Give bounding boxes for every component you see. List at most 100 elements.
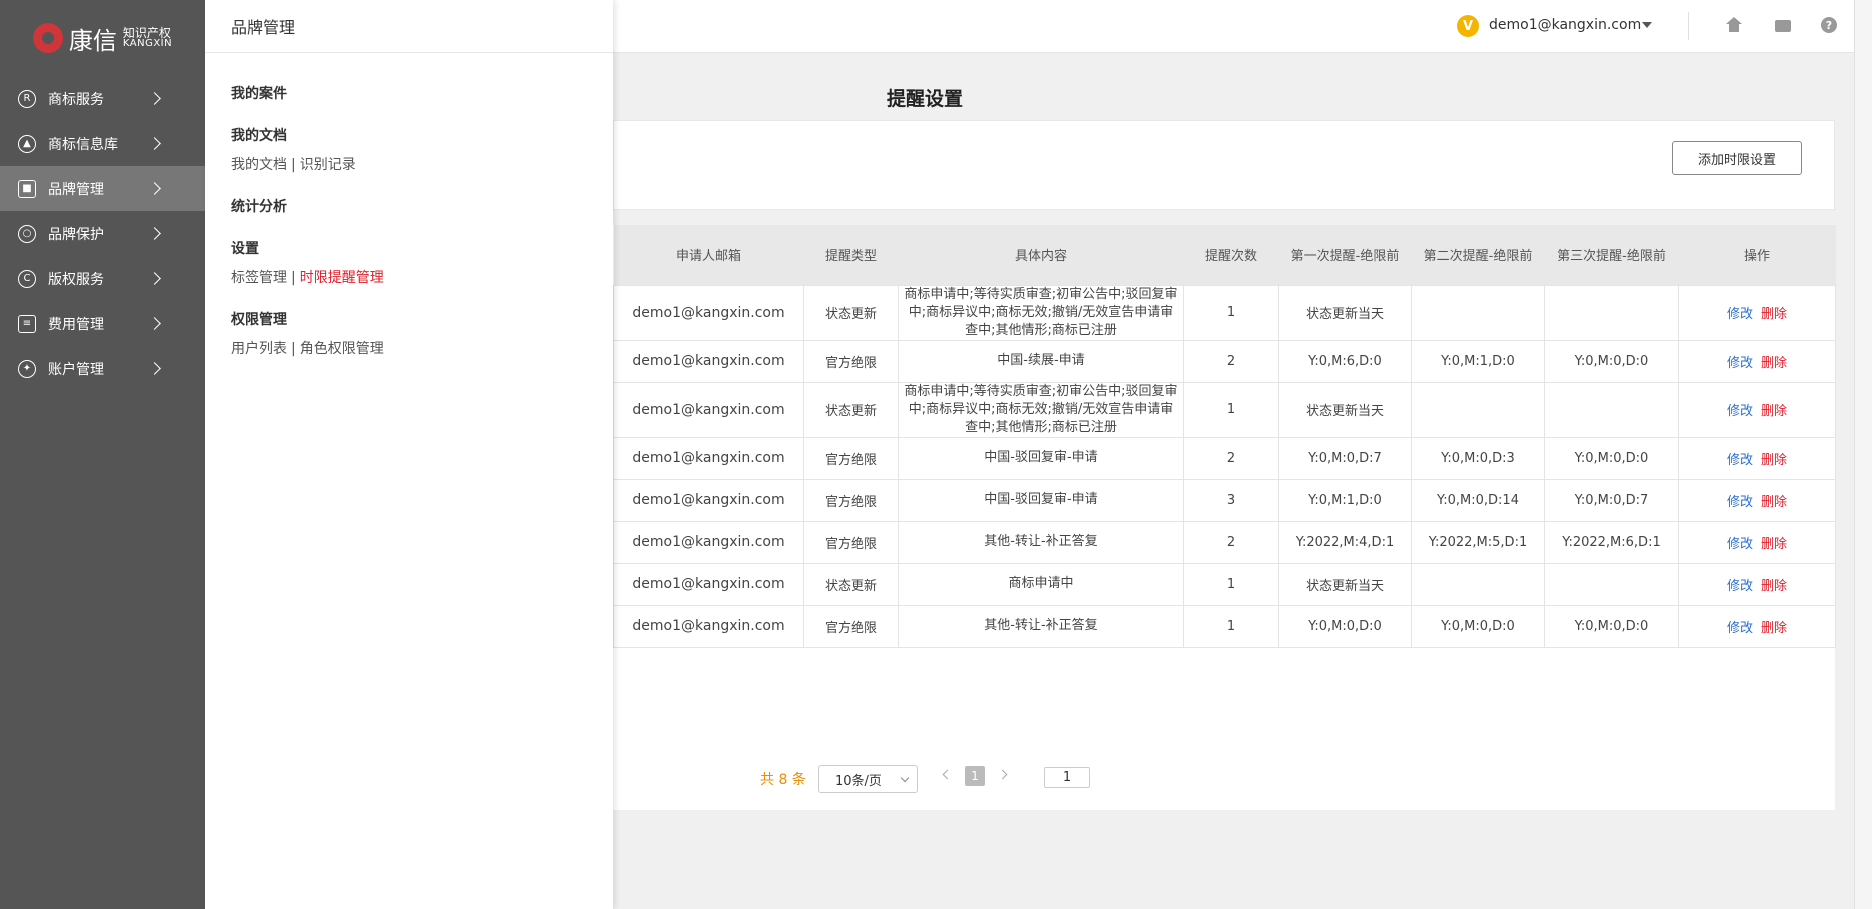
cell-count: 1 — [1183, 381, 1279, 438]
sidebar-item-label: 商标服务 — [48, 91, 104, 108]
column-header: 申请人邮箱 — [675, 249, 741, 265]
delete-link[interactable]: 删除 — [1761, 495, 1787, 510]
table-row: demo1@kangxin.com 官方绝限 中国-续展-申请 2 Y:0,M:6,D:… — [613, 339, 1836, 383]
flyout-section-heading: 我的文档 — [231, 128, 287, 144]
delete-link[interactable]: 删除 — [1761, 537, 1787, 552]
sidebar-item[interactable]: ≡ 费用管理 — [0, 301, 205, 346]
sidebar-item-label: 商标信息库 — [48, 136, 118, 153]
flyout-section: 我的案件 — [205, 83, 613, 103]
edit-link[interactable]: 修改 — [1727, 356, 1753, 371]
sidebar-item-label: 账户管理 — [48, 361, 104, 378]
cell-count: 1 — [1183, 562, 1279, 606]
cell-actions: 修改 删除 — [1678, 339, 1836, 383]
edit-link[interactable]: 修改 — [1727, 404, 1753, 419]
user-email[interactable]: demo1@kangxin.com — [1489, 17, 1641, 33]
column-header: 具体内容 — [1014, 249, 1067, 265]
flyout-section: 统计分析 — [205, 196, 613, 216]
cell-second: Y:0,M:0,D:0 — [1411, 604, 1545, 648]
flyout-section-heading[interactable]: 统计分析 — [231, 196, 613, 216]
delete-link[interactable]: 删除 — [1761, 453, 1787, 468]
chevron-right-icon — [148, 182, 161, 195]
sidebar-item[interactable]: C 版权服务 — [0, 256, 205, 301]
flyout-link[interactable]: 标签管理 — [231, 270, 287, 286]
flyout-link[interactable]: 时限提醒管理 — [300, 270, 384, 286]
help-icon[interactable]: ? — [1821, 17, 1837, 33]
cell-type: 官方绝限 — [803, 520, 899, 564]
sidebar-item[interactable]: R 商标服务 — [0, 76, 205, 121]
link-separator: | — [291, 270, 296, 286]
column-header: 提醒次数 — [1204, 249, 1257, 265]
column-header: 第一次提醒-绝限前 — [1290, 249, 1400, 265]
flyout-link[interactable]: 用户列表 — [231, 341, 287, 357]
cell-email: demo1@kangxin.com — [613, 436, 804, 480]
cell-content: 其他-转让-补正答复 — [898, 604, 1184, 648]
cell-third — [1544, 562, 1679, 606]
flyout-link[interactable]: 识别记录 — [300, 157, 356, 173]
home-icon[interactable] — [1725, 17, 1743, 35]
chevron-right-icon — [148, 272, 161, 285]
toolbar-card — [613, 120, 1835, 210]
table-row: demo1@kangxin.com 状态更新 商标申请中;等待实质审查;初审公告中;… — [613, 381, 1836, 438]
flyout-link[interactable]: 角色权限管理 — [300, 341, 384, 357]
sidebar-item[interactable]: ✦ 账户管理 — [0, 346, 205, 391]
table-row: demo1@kangxin.com 状态更新 商标申请中 1 状态更新当天 修改 删除 — [613, 562, 1836, 606]
top-bar: V demo1@kangxin.com ? — [613, 0, 1854, 53]
cell-third: Y:2022,M:6,D:1 — [1544, 520, 1679, 564]
sidebar-item[interactable]: ○ 品牌保护 — [0, 211, 205, 256]
current-page-number[interactable]: 1 — [965, 766, 985, 786]
logo-mark-icon — [32, 23, 63, 53]
flyout-section: 设置 标签管理 | 时限提醒管理 — [205, 238, 613, 287]
mail-icon[interactable] — [1774, 17, 1792, 35]
delete-link[interactable]: 删除 — [1761, 307, 1787, 322]
cell-first: Y:0,M:0,D:0 — [1278, 604, 1412, 648]
cell-email: demo1@kangxin.com — [613, 562, 804, 606]
page-size-select[interactable]: 10条/页 — [818, 765, 918, 793]
add-time-limit-button[interactable]: 添加时限设置 — [1672, 141, 1802, 175]
delete-link[interactable]: 删除 — [1761, 579, 1787, 594]
edit-link[interactable]: 修改 — [1727, 579, 1753, 594]
cell-actions: 修改 删除 — [1678, 381, 1836, 438]
cell-email: demo1@kangxin.com — [613, 604, 804, 648]
brand-management-flyout: 品牌管理 我的案件 我的文档 我的文档 | 识别记录 统计分析 设置 标签管理 | 时限提醒管理权… — [205, 0, 613, 909]
sidebar-item[interactable]: ■ 品牌管理 — [0, 166, 205, 211]
copyright-icon: C — [18, 269, 36, 288]
edit-link[interactable]: 修改 — [1727, 307, 1753, 322]
cell-first: 状态更新当天 — [1278, 284, 1412, 341]
chevron-right-icon — [148, 317, 161, 330]
edit-link[interactable]: 修改 — [1727, 621, 1753, 636]
edit-link[interactable]: 修改 — [1727, 537, 1753, 552]
cell-count: 1 — [1183, 284, 1279, 341]
edit-link[interactable]: 修改 — [1727, 495, 1753, 510]
reminder-table-card: 申请人邮箱 提醒类型 具体内容 提醒次数 第一次提醒-绝限前 第二次提醒-绝限前 第三次提醒… — [613, 225, 1836, 810]
scrollbar[interactable] — [1854, 0, 1872, 909]
cell-first: Y:0,M:6,D:0 — [1278, 339, 1412, 383]
cell-email: demo1@kangxin.com — [613, 381, 804, 438]
sidebar-item-label: 品牌管理 — [48, 181, 104, 198]
chart-icon: ▲ — [18, 134, 36, 153]
cell-actions: 修改 删除 — [1678, 520, 1836, 564]
column-header: 操作 — [1743, 249, 1770, 265]
edit-link[interactable]: 修改 — [1727, 453, 1753, 468]
cell-second: Y:0,M:0,D:3 — [1411, 436, 1545, 480]
chevron-right-icon — [148, 137, 161, 150]
delete-link[interactable]: 删除 — [1761, 356, 1787, 371]
cell-third — [1544, 284, 1679, 341]
cell-content: 商标申请中 — [898, 562, 1184, 606]
goto-page-input[interactable] — [1044, 767, 1090, 788]
reminder-table: 申请人邮箱 提醒类型 具体内容 提醒次数 第一次提醒-绝限前 第二次提醒-绝限前 第三次提醒… — [613, 225, 1836, 648]
delete-link[interactable]: 删除 — [1761, 621, 1787, 636]
logo[interactable]: 康信 知识产权 KANGXIN — [0, 0, 205, 76]
cell-third: Y:0,M:0,D:7 — [1544, 478, 1679, 522]
cell-second: Y:0,M:0,D:14 — [1411, 478, 1545, 522]
delete-link[interactable]: 删除 — [1761, 404, 1787, 419]
cell-type: 官方绝限 — [803, 604, 899, 648]
flyout-link[interactable]: 我的文档 — [231, 157, 287, 173]
sidebar-item[interactable]: ▲ 商标信息库 — [0, 121, 205, 166]
user-menu-caret-icon[interactable] — [1642, 22, 1652, 28]
cell-first: Y:0,M:0,D:7 — [1278, 436, 1412, 480]
flyout-section-heading[interactable]: 我的案件 — [231, 83, 613, 103]
chevron-right-icon — [148, 92, 161, 105]
cell-first: 状态更新当天 — [1278, 562, 1412, 606]
sidebar-item-label: 品牌保护 — [48, 226, 104, 243]
table-row: demo1@kangxin.com 状态更新 商标申请中;等待实质审查;初审公告中;… — [613, 284, 1836, 341]
